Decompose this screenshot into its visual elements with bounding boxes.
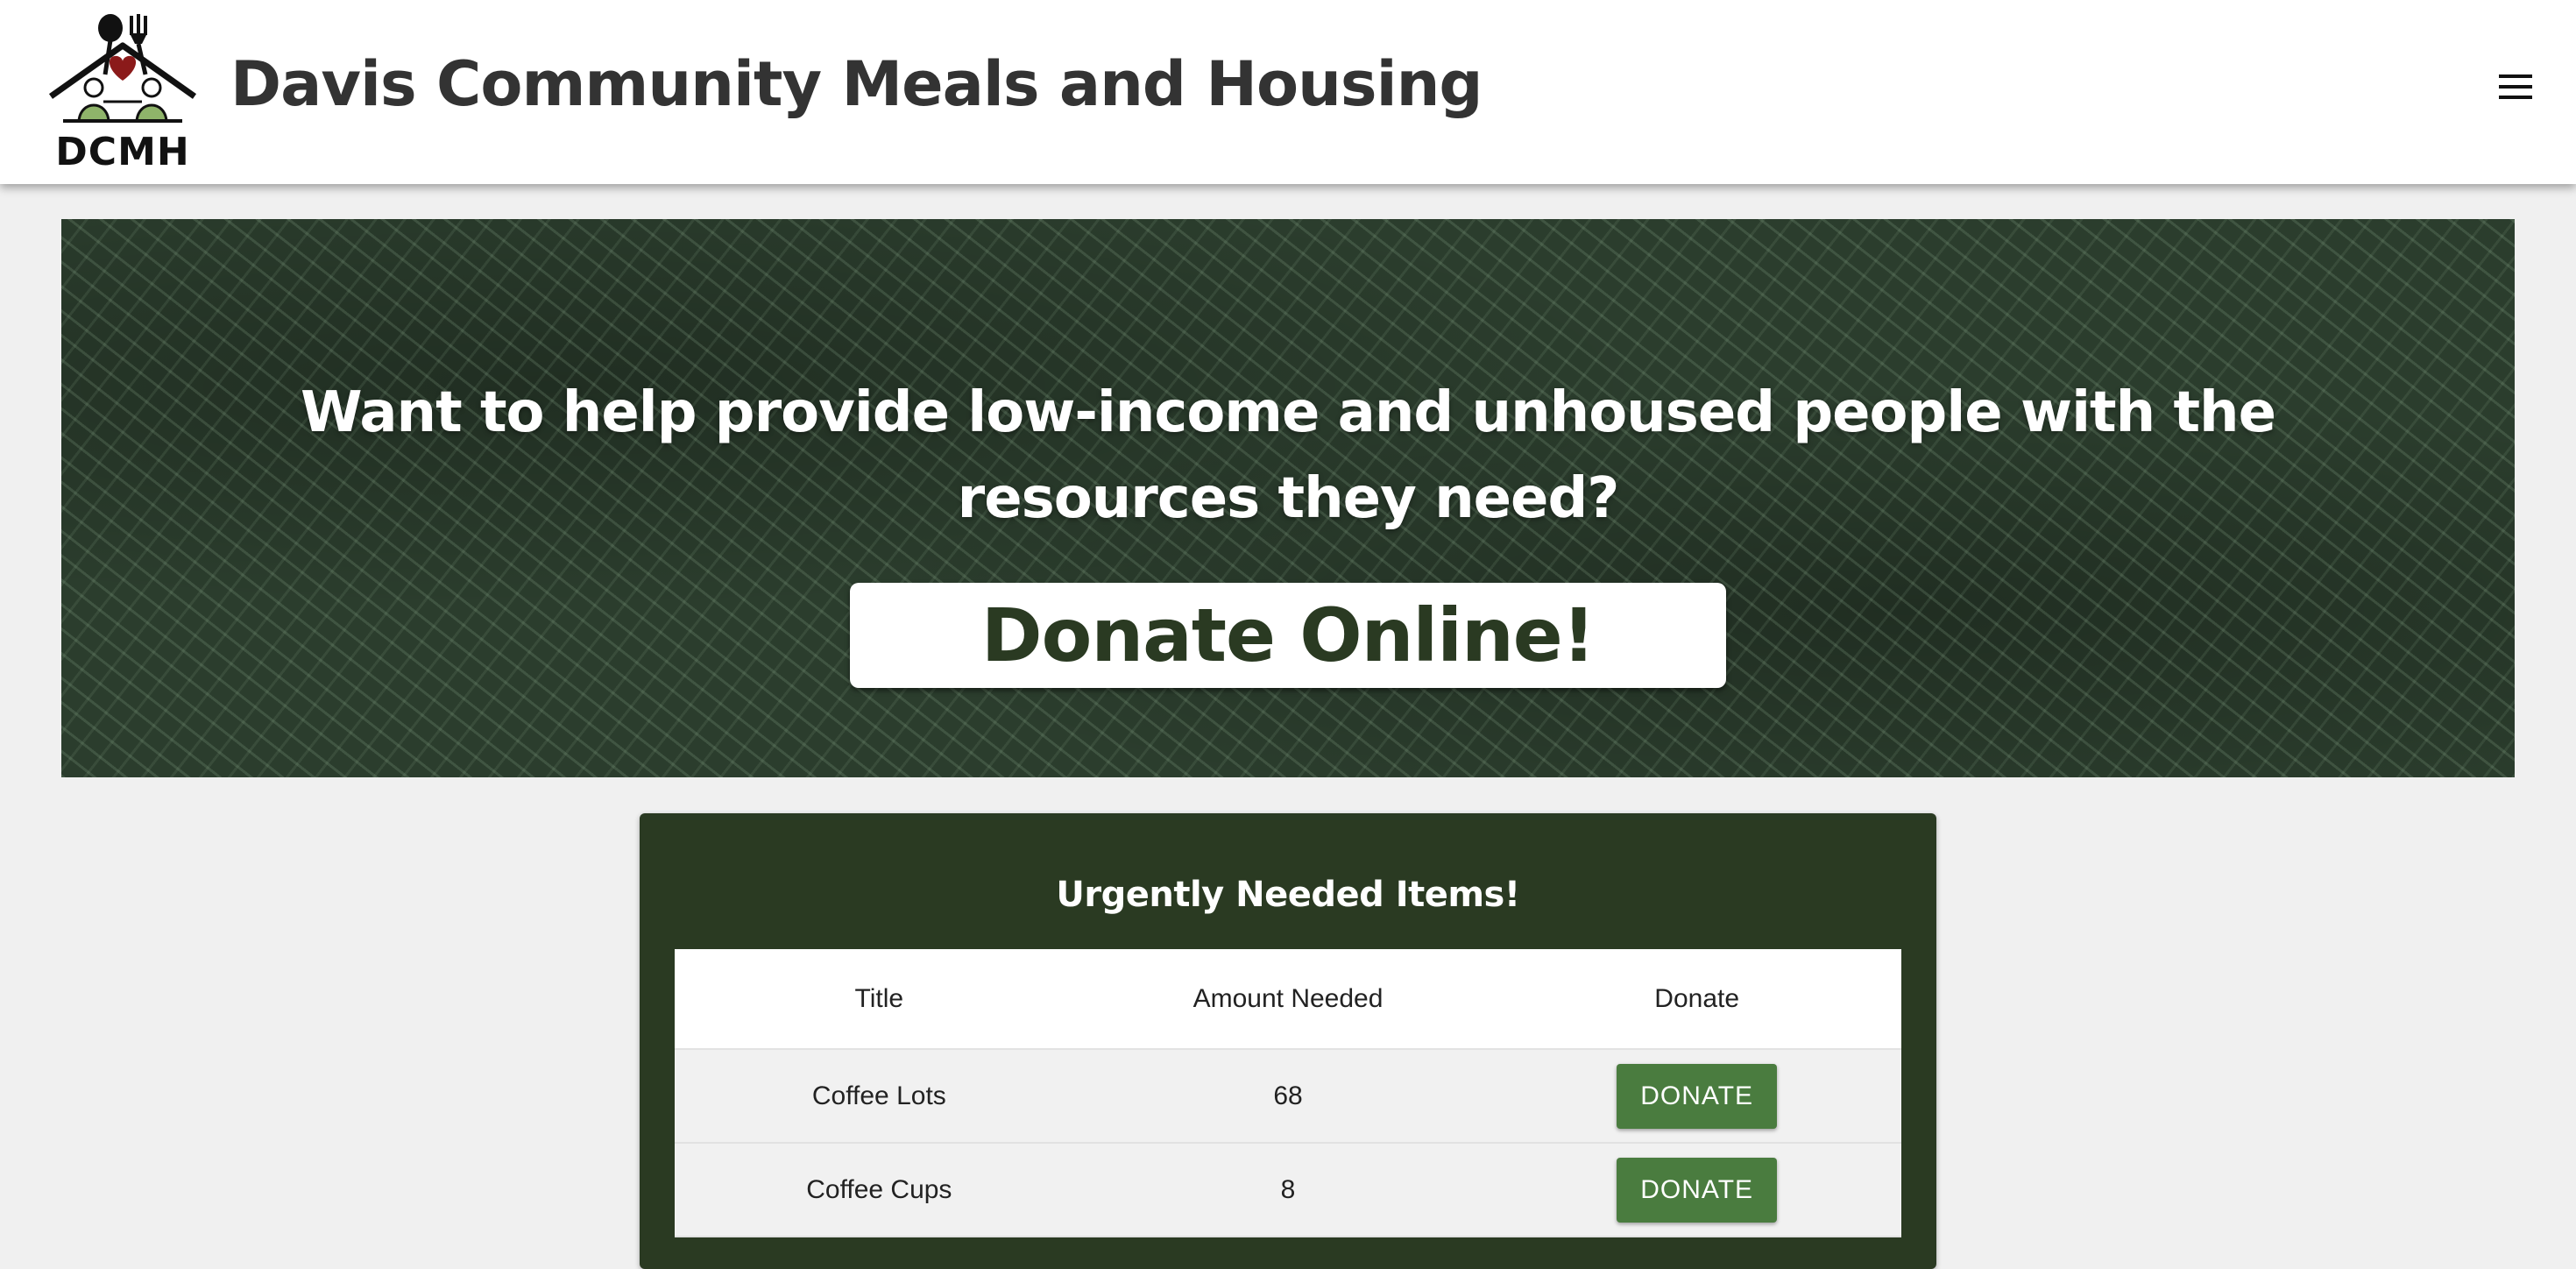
dcmh-logo[interactable]: DCMH <box>44 9 202 174</box>
site-header: DCMH Davis Community Meals and Housing <box>0 0 2576 184</box>
table-header-row: Title Amount Needed Donate <box>675 949 1901 1050</box>
hero-heading: Want to help provide low-income and unho… <box>61 370 2515 542</box>
item-donate-cell: DONATE <box>1492 1144 1901 1236</box>
table-row: Coffee Lots 68 DONATE <box>675 1050 1901 1144</box>
item-title: Coffee Cups <box>806 1174 952 1204</box>
column-header-title: Title <box>854 983 904 1013</box>
menu-line <box>2499 74 2532 78</box>
donate-online-button[interactable]: Donate Online! <box>850 583 1726 688</box>
urgent-items-title: Urgently Needed Items! <box>1056 875 1520 915</box>
urgent-items-card: Urgently Needed Items! Title Amount Need… <box>640 813 1936 1269</box>
item-amount: 8 <box>1280 1174 1296 1204</box>
item-title: Coffee Lots <box>811 1081 946 1110</box>
table-row: Coffee Cups 8 DONATE <box>675 1144 1901 1237</box>
column-header-donate: Donate <box>1654 983 1740 1013</box>
logo-icon <box>48 14 197 123</box>
site-title[interactable]: Davis Community Meals and Housing <box>230 48 1483 120</box>
column-header-amount: Amount Needed <box>1192 983 1384 1013</box>
donate-button[interactable]: DONATE <box>1617 1157 1778 1223</box>
hero-heading-text: Want to help provide low-income and unho… <box>301 380 2276 531</box>
urgent-items-table: Title Amount Needed Donate Coffee Lots 6… <box>675 949 1901 1237</box>
hamburger-menu-icon[interactable] <box>2499 74 2534 104</box>
menu-line <box>2499 85 2532 89</box>
donate-button[interactable]: DONATE <box>1617 1063 1778 1129</box>
menu-line <box>2499 96 2532 99</box>
donation-hero-banner: Want to help provide low-income and unho… <box>61 219 2515 777</box>
logo-text: DCMH <box>55 130 190 174</box>
item-amount: 68 <box>1273 1081 1303 1110</box>
item-donate-cell: DONATE <box>1492 1050 1901 1142</box>
